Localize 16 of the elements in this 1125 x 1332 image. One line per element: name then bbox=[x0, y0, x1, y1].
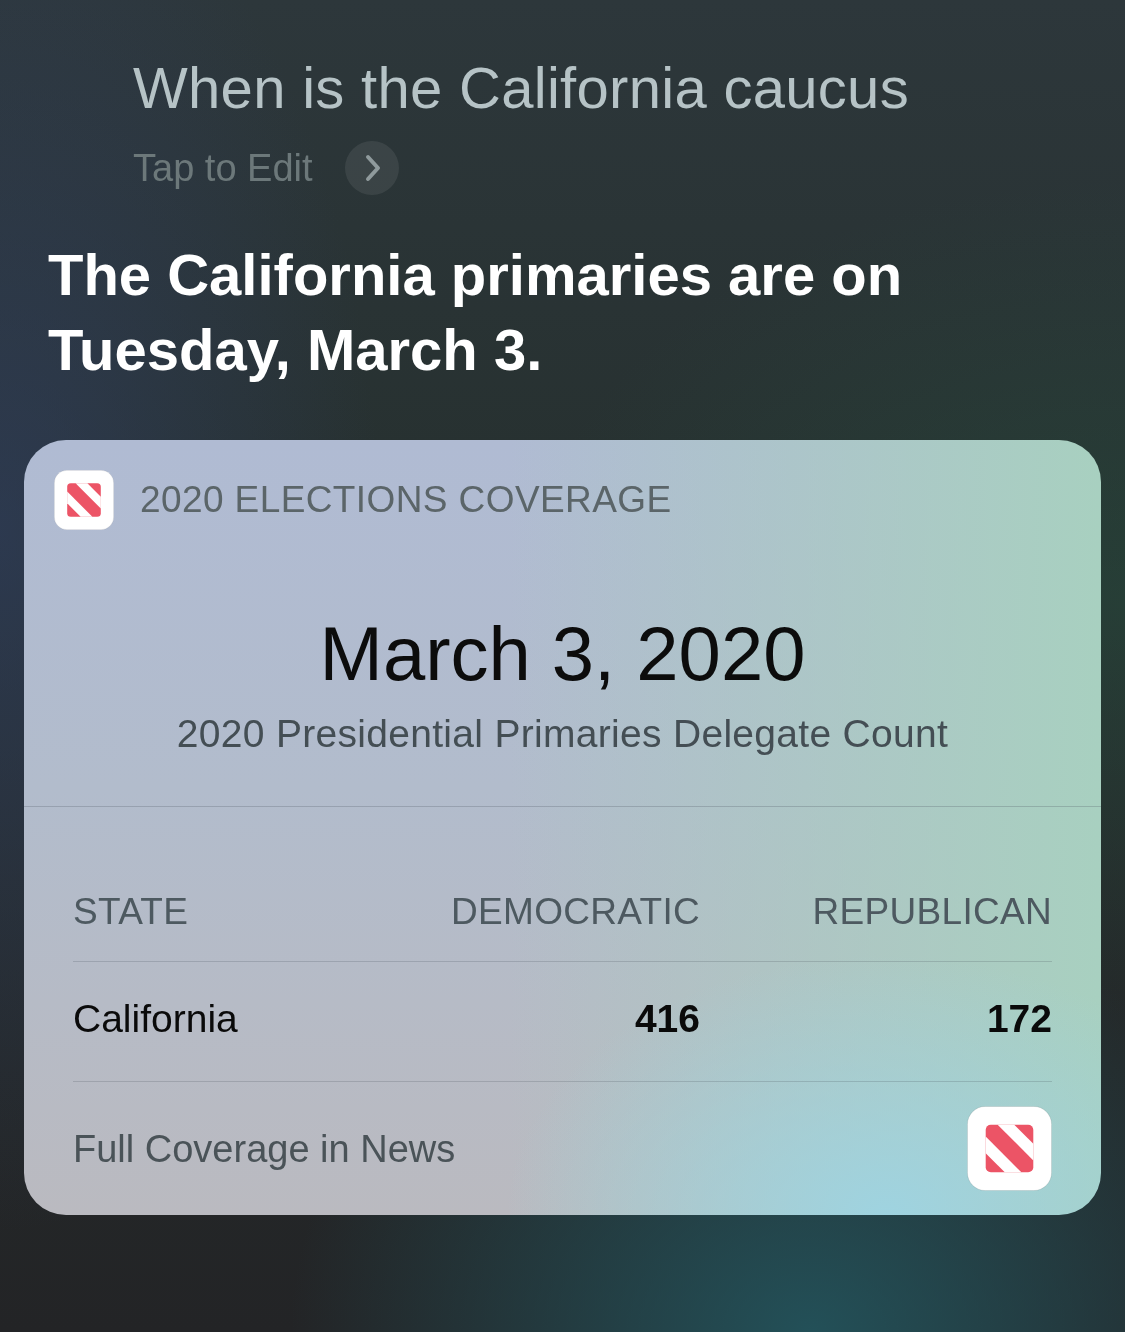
query-text: When is the California caucus bbox=[133, 54, 910, 122]
answer-text: The California primaries are on Tuesday, March 3. bbox=[48, 241, 904, 384]
tap-to-edit-link[interactable]: Tap to Edit bbox=[133, 141, 313, 195]
table-cell-text: 416 bbox=[634, 996, 700, 1042]
column-header: REPUBLICAN bbox=[812, 890, 1052, 934]
table-cell-text: California bbox=[73, 996, 238, 1042]
table-cell-text: 172 bbox=[986, 996, 1052, 1042]
subtitle-text: 2020 Presidential Primaries Delegate Count bbox=[175, 711, 950, 757]
news-app-icon[interactable] bbox=[967, 1106, 1052, 1191]
column-header: STATE bbox=[73, 890, 189, 934]
news-app-icon bbox=[54, 470, 114, 530]
chevron-right-icon[interactable] bbox=[344, 141, 399, 195]
source-label: 2020 ELECTIONS COVERAGE bbox=[140, 478, 672, 522]
date-heading: March 3, 2020 bbox=[318, 610, 807, 698]
column-header: DEMOCRATIC bbox=[451, 890, 700, 934]
full-coverage-link[interactable]: Full Coverage in News bbox=[73, 1123, 456, 1174]
